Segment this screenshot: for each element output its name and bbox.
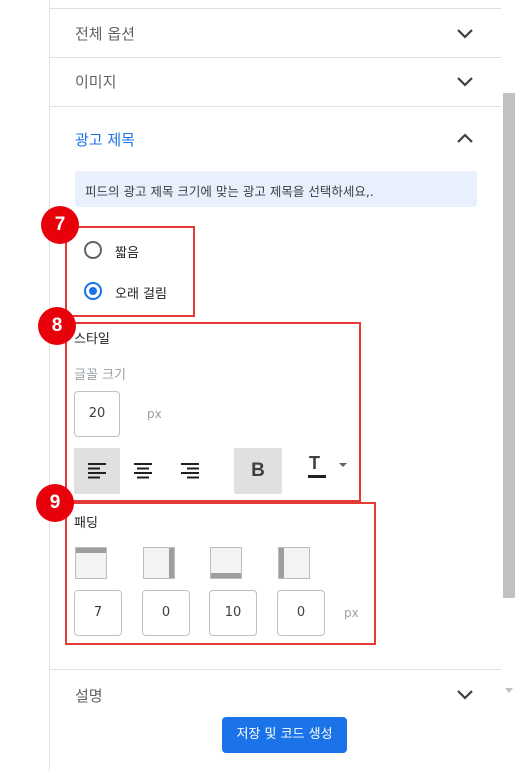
chevron-down-icon[interactable] bbox=[455, 23, 475, 43]
section-all-options[interactable]: 전체 옵션 bbox=[50, 9, 501, 58]
section-title: 이미지 bbox=[75, 73, 117, 91]
scroll-down-arrow-icon[interactable] bbox=[505, 688, 513, 693]
save-and-generate-button[interactable]: 저장 및 코드 생성 bbox=[222, 717, 347, 753]
scrollbar-thumb[interactable] bbox=[503, 93, 515, 598]
annotation-box-7 bbox=[65, 226, 195, 317]
chevron-down-icon[interactable] bbox=[455, 71, 475, 91]
annotation-box-8 bbox=[65, 322, 361, 502]
annotation-badge-7: 7 bbox=[41, 206, 79, 244]
section-title: 설명 bbox=[75, 687, 103, 705]
section-title: 전체 옵션 bbox=[75, 25, 135, 43]
chevron-up-icon[interactable] bbox=[455, 129, 475, 149]
section-title[interactable]: 광고 제목 bbox=[75, 129, 135, 150]
info-text: 피드의 광고 제목 크기에 맞는 광고 제목을 선택하세요,. bbox=[85, 184, 374, 199]
section-description[interactable]: 설명 bbox=[50, 670, 501, 710]
annotation-box-9 bbox=[65, 502, 376, 645]
chevron-down-icon[interactable] bbox=[455, 684, 475, 704]
info-box: 피드의 광고 제목 크기에 맞는 광고 제목을 선택하세요,. bbox=[75, 171, 477, 207]
annotation-badge-9: 9 bbox=[36, 484, 74, 522]
annotation-badge-8: 8 bbox=[38, 307, 76, 345]
section-image[interactable]: 이미지 bbox=[50, 58, 501, 107]
